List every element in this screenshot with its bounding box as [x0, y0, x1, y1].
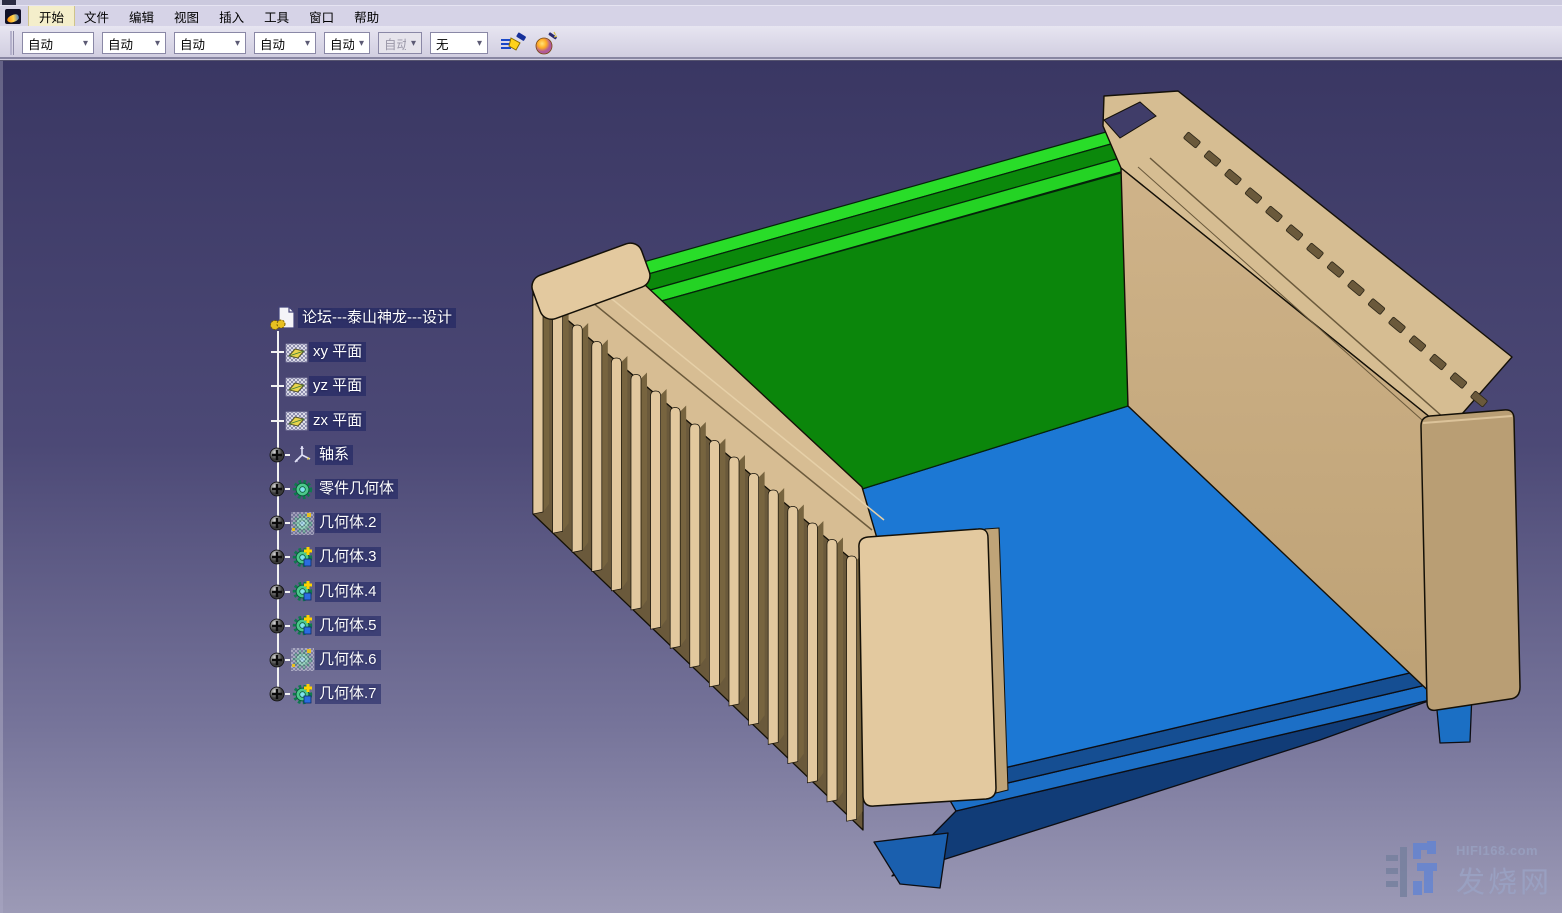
- tree-item-label[interactable]: 几何体.2: [315, 513, 381, 533]
- left-heatsink-front-cap: [859, 529, 996, 806]
- layer-combo[interactable]: 无▾: [430, 32, 488, 54]
- tree-root-row: 论坛---泰山神龙---设计: [264, 301, 524, 335]
- tree-item-label[interactable]: 几何体.6: [315, 650, 381, 670]
- part-document-icon[interactable]: [270, 305, 297, 331]
- material-sphere-icon[interactable]: [533, 30, 559, 56]
- menu-item-edit[interactable]: 编辑: [119, 6, 164, 27]
- menu-item-window[interactable]: 窗口: [299, 6, 344, 27]
- background-window-icon: [2, 0, 16, 5]
- tree-item-label[interactable]: 几何体.4: [315, 582, 381, 602]
- expand-plus-icon[interactable]: [269, 584, 285, 600]
- body-icon[interactable]: [291, 478, 314, 501]
- watermark-name: 发烧网: [1456, 859, 1552, 901]
- body-add-icon[interactable]: [291, 683, 314, 706]
- fill-color-combo[interactable]: 自动▾: [22, 32, 94, 54]
- tree-row-yz-plane: yz 平面: [264, 369, 524, 403]
- menu-bar: 开始 文件 编辑 视图 插入 工具 窗口 帮助: [0, 6, 1562, 26]
- tree-item-label[interactable]: zx 平面: [309, 411, 366, 431]
- body-hidden-icon[interactable]: [291, 648, 314, 671]
- tree-root-label[interactable]: 论坛---泰山神龙---设计: [298, 308, 456, 328]
- expand-plus-icon[interactable]: [269, 686, 285, 702]
- chevron-down-icon: ▾: [300, 33, 315, 53]
- tree-row-axis-system: 轴系: [264, 438, 524, 472]
- body-add-icon[interactable]: [291, 614, 314, 637]
- plane-icon[interactable]: [285, 409, 308, 432]
- tree-row-partbody: 零件几何体: [264, 472, 524, 506]
- expand-plus-icon[interactable]: [269, 549, 285, 565]
- watermark-site: HIFI168.com: [1456, 843, 1552, 858]
- tree-item-label[interactable]: 几何体.7: [315, 684, 381, 704]
- body-hidden-icon[interactable]: [291, 512, 314, 535]
- tree-item-label[interactable]: 零件几何体: [315, 479, 398, 499]
- watermark: HIFI168.com 发烧网: [1386, 841, 1552, 903]
- background-window-strip: [0, 0, 1562, 6]
- viewport-3d-model[interactable]: [0, 61, 1562, 913]
- expand-plus-icon[interactable]: [269, 652, 285, 668]
- menu-item-help[interactable]: 帮助: [344, 6, 389, 27]
- tree-row-body6: 几何体.6: [264, 643, 524, 677]
- menu-item-file[interactable]: 文件: [74, 6, 119, 27]
- catia-logo-icon[interactable]: [5, 9, 21, 24]
- chevron-down-icon: ▾: [472, 33, 487, 53]
- chevron-down-icon: ▾: [230, 33, 245, 53]
- tree-item-label[interactable]: 几何体.3: [315, 547, 381, 567]
- plane-icon[interactable]: [285, 341, 308, 364]
- specification-tree: 论坛---泰山神龙---设计 xy 平面 yz 平面 zx 平面 轴系: [264, 301, 524, 711]
- viewport-left-border: [0, 61, 3, 913]
- transparency-combo[interactable]: 自动▾: [102, 32, 166, 54]
- chevron-down-icon: ▾: [406, 33, 421, 53]
- axis-system-icon[interactable]: [291, 443, 314, 466]
- line-type-combo[interactable]: 自动▾: [254, 32, 316, 54]
- tree-item-label[interactable]: 几何体.5: [315, 616, 381, 636]
- expand-plus-icon[interactable]: [269, 481, 285, 497]
- menu-item-tools[interactable]: 工具: [254, 6, 299, 27]
- tree-row-body7: 几何体.7: [264, 677, 524, 711]
- tree-item-label[interactable]: 轴系: [315, 445, 353, 465]
- expand-plus-icon[interactable]: [269, 447, 285, 463]
- chevron-down-icon: ▾: [78, 33, 93, 53]
- tree-row-body2: 几何体.2: [264, 506, 524, 540]
- expand-plus-icon[interactable]: [269, 515, 285, 531]
- hifi168-logo-icon: [1386, 841, 1448, 903]
- render-style-combo[interactable]: 自动▾: [378, 32, 422, 54]
- painter-icon[interactable]: [499, 30, 527, 56]
- body-add-icon[interactable]: [291, 546, 314, 569]
- body-add-icon[interactable]: [291, 580, 314, 603]
- menu-item-insert[interactable]: 插入: [209, 6, 254, 27]
- tree-item-label[interactable]: yz 平面: [309, 376, 366, 396]
- plane-icon[interactable]: [285, 375, 308, 398]
- point-symbol-combo[interactable]: 自动▾: [324, 32, 370, 54]
- tree-row-xy-plane: xy 平面: [264, 335, 524, 369]
- tree-item-label[interactable]: xy 平面: [309, 342, 366, 362]
- menu-item-view[interactable]: 视图: [164, 6, 209, 27]
- chevron-down-icon: ▾: [354, 33, 369, 53]
- tree-row-body3: 几何体.3: [264, 540, 524, 574]
- toolbar-drag-handle[interactable]: [10, 31, 14, 55]
- 3d-viewport[interactable]: 论坛---泰山神龙---设计 xy 平面 yz 平面 zx 平面 轴系: [0, 61, 1562, 913]
- graphic-properties-toolbar: 自动▾ 自动▾ 自动▾ 自动▾ 自动▾ 自动▾ 无▾: [0, 26, 1562, 61]
- menu-item-start[interactable]: 开始: [29, 6, 74, 27]
- expand-plus-icon[interactable]: [269, 618, 285, 634]
- tree-row-body4: 几何体.4: [264, 575, 524, 609]
- tree-row-body5: 几何体.5: [264, 609, 524, 643]
- line-weight-combo[interactable]: 自动▾: [174, 32, 246, 54]
- chevron-down-icon: ▾: [150, 33, 165, 53]
- tree-row-zx-plane: zx 平面: [264, 404, 524, 438]
